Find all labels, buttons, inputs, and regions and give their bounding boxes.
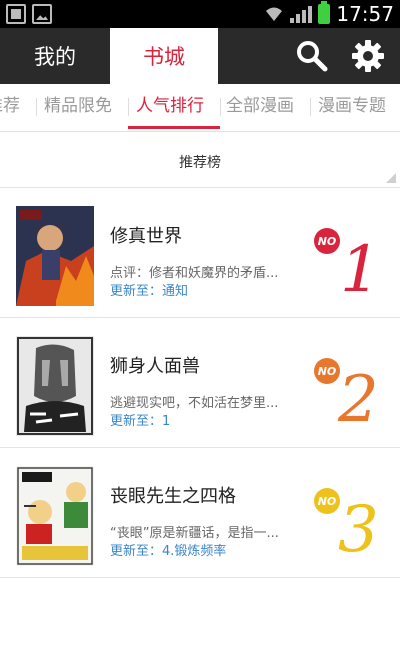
battery-icon xyxy=(318,1,331,24)
item-update: 更新至：1 xyxy=(110,414,171,429)
item-update: 更新至：4.锻炼频率 xyxy=(110,544,227,559)
rank-number: 3 xyxy=(338,493,379,567)
tab-all-comics[interactable]: 全部漫画 xyxy=(226,84,294,130)
item-update: 更新至：通知 xyxy=(110,284,189,299)
active-tab-indicator xyxy=(128,126,220,129)
item-title: 狮身人面兽 xyxy=(110,356,200,377)
sim-icon xyxy=(6,4,26,24)
tab-bookstore[interactable]: 书城 xyxy=(110,28,218,84)
comic-cover xyxy=(16,466,94,566)
tab-popular-ranking[interactable]: 人气排行 xyxy=(136,84,204,130)
item-description: 逃避现实吧，不如活在梦里... xyxy=(110,396,279,411)
comic-cover xyxy=(16,336,94,436)
search-icon xyxy=(297,41,328,72)
corner-triangle-icon xyxy=(386,173,396,183)
tab-recommend[interactable]: 推荐 xyxy=(0,84,20,130)
top-nav: 我的 书城 xyxy=(0,28,400,84)
tab-comic-topics[interactable]: 漫画专题 xyxy=(318,84,386,130)
item-description: 点评：修者和妖魔界的矛盾... xyxy=(110,266,279,281)
list-item[interactable]: 丧眼先生之四格 “丧眼”原是新疆话，是指一... 更新至：4.锻炼频率 NO 3 xyxy=(0,448,400,578)
signal-icon xyxy=(290,5,313,23)
list-item[interactable]: 修真世界 点评：修者和妖魔界的矛盾... 更新至：通知 NO 1 xyxy=(0,188,400,318)
settings-button[interactable] xyxy=(348,36,388,76)
list-item[interactable]: 狮身人面兽 逃避现实吧，不如活在梦里... 更新至：1 NO 2 xyxy=(0,318,400,448)
section-title: 推荐榜 xyxy=(179,155,221,171)
rank-number: 1 xyxy=(340,233,381,307)
rank-badge: NO xyxy=(314,488,340,514)
rank-number: 2 xyxy=(338,363,379,437)
image-icon xyxy=(32,4,52,24)
tab-mine[interactable]: 我的 xyxy=(0,28,110,84)
comic-cover xyxy=(16,206,94,306)
section-header: 推荐榜 xyxy=(0,132,400,188)
item-description: “丧眼”原是新疆话，是指一... xyxy=(110,526,279,541)
status-time: 17:57 xyxy=(336,2,394,26)
tab-premium-free[interactable]: 精品限免 xyxy=(44,84,112,130)
search-button[interactable] xyxy=(292,36,332,76)
wifi-icon xyxy=(266,7,283,21)
item-title: 修真世界 xyxy=(110,226,182,247)
settings-icon xyxy=(352,40,384,72)
rank-badge: NO xyxy=(314,228,340,254)
item-title: 丧眼先生之四格 xyxy=(110,486,236,507)
category-tabs: 推荐 精品限免 人气排行 全部漫画 漫画专题 xyxy=(0,84,400,132)
rank-badge: NO xyxy=(314,358,340,384)
status-bar: 17:57 xyxy=(0,0,400,28)
